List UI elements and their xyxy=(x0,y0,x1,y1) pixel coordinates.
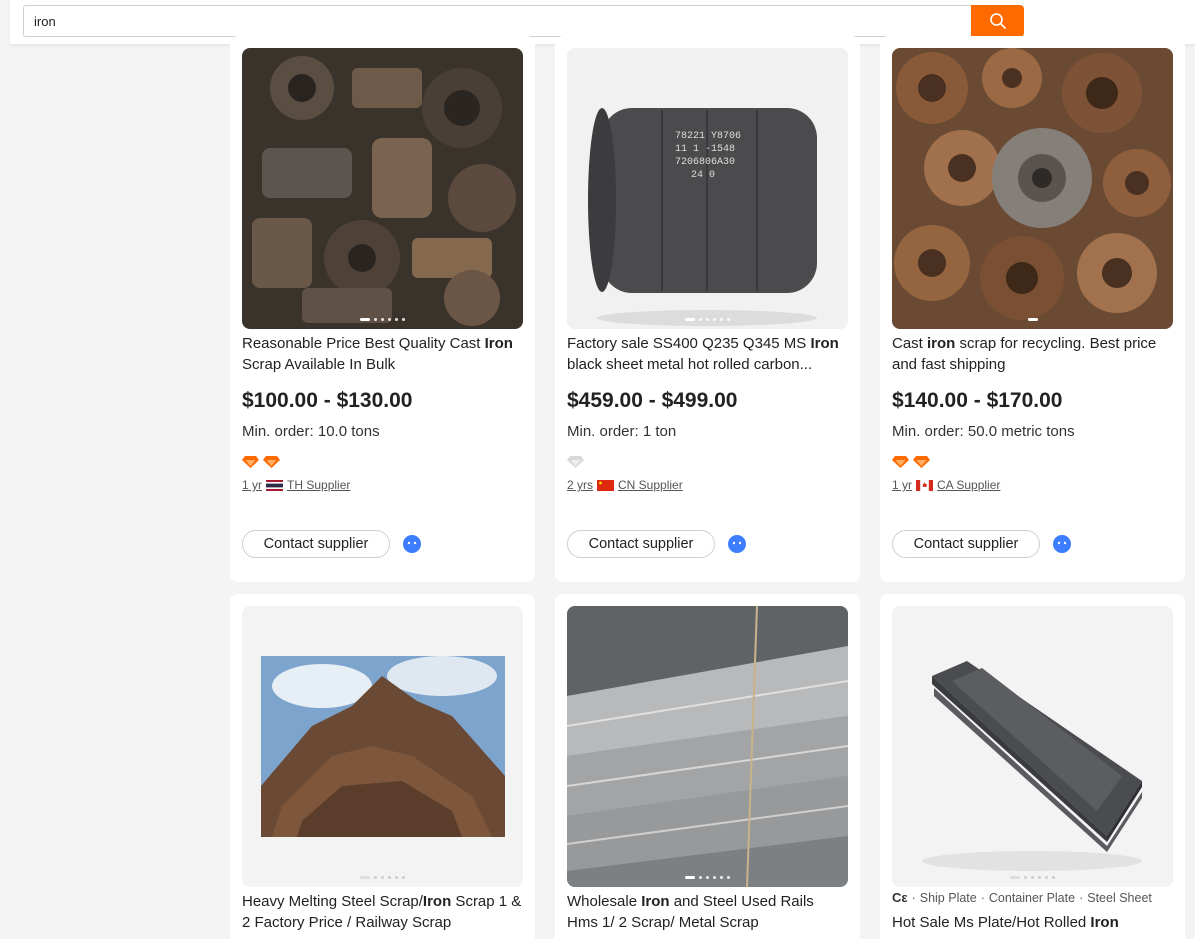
search-input[interactable] xyxy=(23,5,972,37)
product-price: $459.00 - $499.00 xyxy=(567,389,738,412)
diamond-outline-icon xyxy=(567,456,584,468)
image-carousel-dots[interactable] xyxy=(892,318,1173,321)
image-carousel-dots[interactable] xyxy=(567,876,848,879)
svg-text:78221 Y8706: 78221 Y8706 xyxy=(675,131,741,142)
supplier-rating xyxy=(242,455,280,469)
product-card[interactable]: Cε · Ship Plate · Container Plate · Stee… xyxy=(880,594,1185,939)
supplier-years[interactable]: 1 yr xyxy=(242,478,262,492)
supplier-years[interactable]: 1 yr xyxy=(892,478,912,492)
product-image[interactable]: 78221 Y8706 11 1 -1548 7206806A30 24 0 xyxy=(567,48,848,329)
product-title[interactable]: Cast iron scrap for recycling. Best pric… xyxy=(892,333,1173,375)
product-title[interactable]: Reasonable Price Best Quality Cast Iron … xyxy=(242,333,523,375)
cast-iron-scrap-icon xyxy=(242,48,523,329)
product-title[interactable]: Wholesale Iron and Steel Used Rails Hms … xyxy=(567,891,848,933)
supplier-info[interactable]: 1 yr TH Supplier xyxy=(242,478,350,492)
svg-text:24 0: 24 0 xyxy=(691,170,715,181)
supplier-info[interactable]: 2 yrs CN Supplier xyxy=(567,478,683,492)
ce-mark-icon: Cε xyxy=(892,890,908,905)
product-tags: Cε · Ship Plate · Container Plate · Stee… xyxy=(892,890,1152,905)
brake-disc-scrap-icon xyxy=(892,48,1173,329)
min-order: Min. order: 10.0 tons xyxy=(242,423,380,440)
chat-icon[interactable] xyxy=(402,534,422,554)
image-carousel-dots[interactable] xyxy=(892,876,1173,879)
scrap-heap-icon xyxy=(242,606,523,887)
diamond-icon xyxy=(892,456,909,468)
image-carousel-dots[interactable] xyxy=(242,318,523,321)
product-price: $140.00 - $170.00 xyxy=(892,389,1063,412)
product-image[interactable] xyxy=(242,606,523,887)
contact-supplier-button[interactable]: Contact supplier xyxy=(567,530,715,558)
product-price: $100.00 - $130.00 xyxy=(242,389,413,412)
supplier-rating xyxy=(567,455,584,469)
product-card[interactable]: Reasonable Price Best Quality Cast Iron … xyxy=(230,36,535,582)
flag-th-icon xyxy=(266,479,284,491)
svg-text:7206806A30: 7206806A30 xyxy=(675,157,735,168)
product-card[interactable]: Cast iron scrap for recycling. Best pric… xyxy=(880,36,1185,582)
min-order: Min. order: 50.0 metric tons xyxy=(892,423,1075,440)
search-button[interactable] xyxy=(971,5,1024,37)
flag-ca-icon xyxy=(916,479,934,491)
supplier-country[interactable]: CN Supplier xyxy=(618,478,683,492)
chat-icon[interactable] xyxy=(1052,534,1072,554)
supplier-info[interactable]: 1 yr CA Supplier xyxy=(892,478,1000,492)
contact-supplier-button[interactable]: Contact supplier xyxy=(242,530,390,558)
stacked-rails-icon xyxy=(567,606,848,887)
supplier-rating xyxy=(892,455,930,469)
product-card[interactable]: Heavy Melting Steel Scrap/Iron Scrap 1 &… xyxy=(230,594,535,939)
steel-coil-icon: 78221 Y8706 11 1 -1548 7206806A30 24 0 xyxy=(567,48,848,329)
product-title[interactable]: Factory sale SS400 Q235 Q345 MS Iron bla… xyxy=(567,333,848,375)
flag-cn-icon xyxy=(597,479,615,491)
tag: Steel Sheet xyxy=(1087,890,1152,905)
supplier-country[interactable]: CA Supplier xyxy=(937,478,1000,492)
search-icon xyxy=(989,13,1006,29)
supplier-years[interactable]: 2 yrs xyxy=(567,478,593,492)
product-card[interactable]: Wholesale Iron and Steel Used Rails Hms … xyxy=(555,594,860,939)
diamond-icon xyxy=(242,456,259,468)
product-title[interactable]: Heavy Melting Steel Scrap/Iron Scrap 1 &… xyxy=(242,891,523,933)
image-carousel-dots[interactable] xyxy=(242,876,523,879)
steel-plate-stack-icon xyxy=(892,606,1173,887)
product-image[interactable] xyxy=(242,48,523,329)
svg-text:11 1 -1548: 11 1 -1548 xyxy=(675,144,735,155)
product-title[interactable]: Hot Sale Ms Plate/Hot Rolled Iron xyxy=(892,912,1173,939)
product-image[interactable] xyxy=(892,606,1173,887)
diamond-icon xyxy=(263,456,280,468)
tag: Container Plate xyxy=(988,890,1076,905)
diamond-icon xyxy=(913,456,930,468)
image-carousel-dots[interactable] xyxy=(567,318,848,321)
contact-supplier-button[interactable]: Contact supplier xyxy=(892,530,1040,558)
min-order: Min. order: 1 ton xyxy=(567,423,677,440)
product-image[interactable] xyxy=(567,606,848,887)
chat-icon[interactable] xyxy=(727,534,747,554)
tag: Ship Plate xyxy=(919,890,977,905)
product-image[interactable] xyxy=(892,48,1173,329)
product-card[interactable]: 78221 Y8706 11 1 -1548 7206806A30 24 0 F… xyxy=(555,36,860,582)
supplier-country[interactable]: TH Supplier xyxy=(287,478,350,492)
